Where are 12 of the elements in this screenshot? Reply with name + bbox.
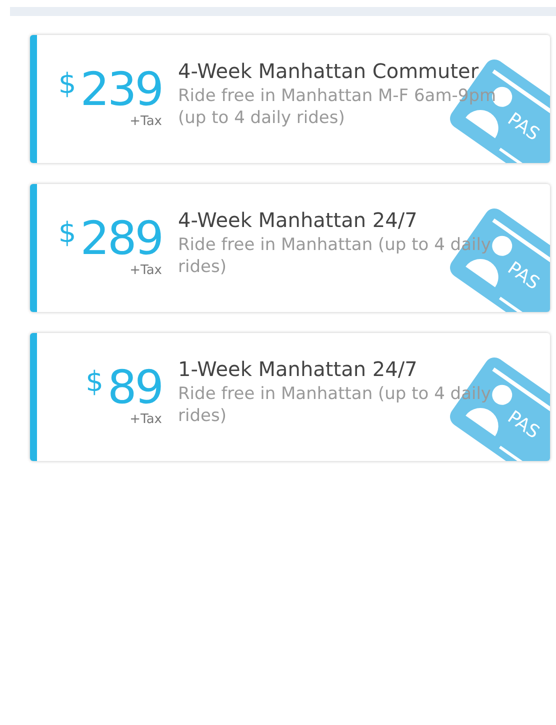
price: 239 xyxy=(80,66,162,112)
currency-symbol: $ xyxy=(86,368,104,396)
currency-symbol: $ xyxy=(58,219,76,248)
pass-title: 4-Week Manhattan Commuter xyxy=(178,58,480,85)
pass-title: 4-Week Manhattan 24/7 xyxy=(178,207,418,234)
tax-note: +Tax xyxy=(130,411,162,430)
tax-note: +Tax xyxy=(130,113,162,132)
pass-title: 1-Week Manhattan 24/7 xyxy=(178,356,418,383)
tax-note: +Tax xyxy=(130,262,162,280)
currency-symbol: $ xyxy=(58,70,76,98)
price: 289 xyxy=(80,215,162,262)
price: 89 xyxy=(107,364,162,410)
